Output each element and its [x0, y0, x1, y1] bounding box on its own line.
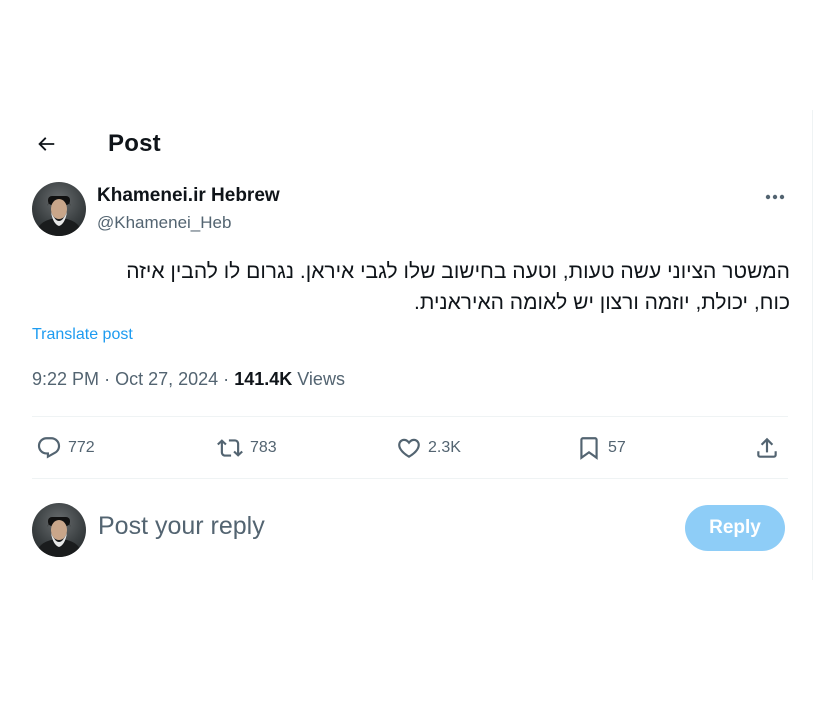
back-button[interactable]: [28, 126, 64, 162]
divider: [32, 416, 788, 417]
share-action-button[interactable]: [754, 430, 780, 466]
translate-post-link[interactable]: Translate post: [32, 326, 133, 344]
post-author: Khamenei.ir Hebrew @Khamenei_Heb: [32, 182, 280, 236]
repost-icon: [217, 439, 243, 457]
display-name[interactable]: Khamenei.ir Hebrew: [97, 185, 280, 208]
more-button[interactable]: [760, 186, 790, 208]
bookmark-action-button[interactable]: 57: [576, 430, 626, 466]
reply-input[interactable]: Post your reply: [98, 512, 265, 541]
reply-composer: Post your reply Reply: [32, 503, 788, 557]
more-horizontal-icon: [765, 194, 785, 200]
post-text-line: כוח, יכולת, יוזמה ורצון יש לאומה האיראני…: [414, 291, 790, 314]
page-title: Post: [108, 130, 161, 157]
bookmark-count: 57: [608, 439, 626, 456]
meta-separator: ·: [223, 369, 230, 389]
reply-action-button[interactable]: 772: [36, 430, 95, 466]
avatar[interactable]: [32, 503, 86, 557]
post-meta: 9:22 PM · Oct 27, 2024 · 141.4K Views: [32, 369, 345, 390]
views-label: Views: [297, 369, 345, 389]
avatar[interactable]: [32, 182, 86, 236]
reply-count: 772: [68, 439, 95, 456]
reply-button[interactable]: Reply: [685, 505, 785, 551]
post-date[interactable]: Oct 27, 2024: [115, 369, 218, 389]
action-bar: 772 783 2.3K 57: [32, 430, 792, 466]
divider: [32, 478, 788, 479]
repost-count: 783: [250, 439, 277, 456]
post-header: Post: [28, 122, 161, 166]
like-action-button[interactable]: 2.3K: [396, 430, 461, 466]
avatar-portrait: [37, 517, 81, 557]
repost-action-button[interactable]: 783: [216, 430, 277, 466]
like-count: 2.3K: [428, 439, 461, 456]
meta-separator: ·: [104, 369, 111, 389]
share-icon: [757, 437, 777, 458]
post-text-line: המשטר הציוני עשה טעות, וטעה בחישוב שלו ל…: [126, 260, 790, 283]
column-border: [812, 110, 813, 580]
post-text: המשטר הציוני עשה טעות, וטעה בחישוב שלו ל…: [32, 256, 790, 318]
comment-icon: [37, 437, 61, 459]
post-time[interactable]: 9:22 PM: [32, 369, 99, 389]
bookmark-icon: [580, 437, 598, 460]
user-handle[interactable]: @Khamenei_Heb: [97, 213, 280, 233]
views-count: 141.4K: [234, 369, 293, 389]
heart-icon: [398, 438, 420, 458]
avatar-portrait: [37, 196, 81, 236]
arrow-left-icon: [38, 137, 55, 151]
